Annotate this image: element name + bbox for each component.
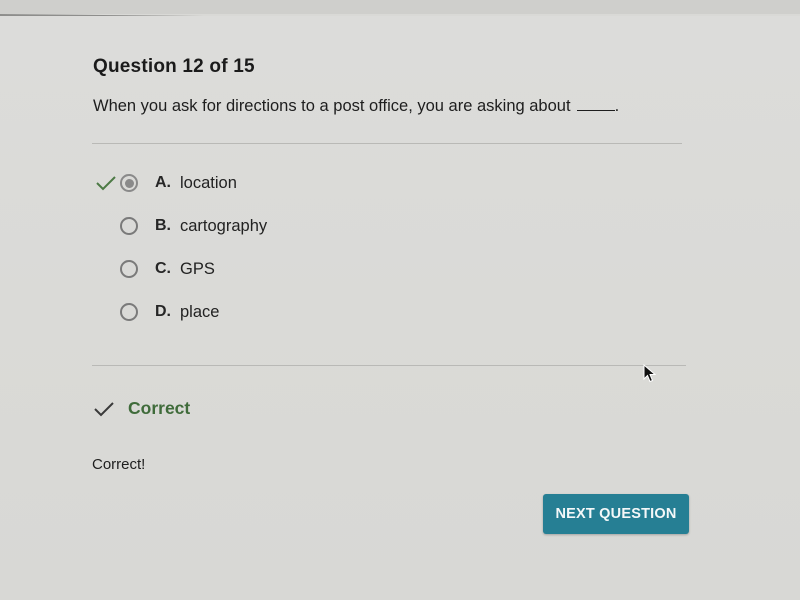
question-counter: Question 12 of 15: [93, 56, 255, 77]
option-text: location: [180, 173, 237, 192]
divider: [92, 143, 682, 144]
mouse-pointer-icon: [643, 364, 657, 383]
option-letter: D.: [155, 303, 171, 320]
radio-selected-icon[interactable]: [120, 174, 138, 192]
option-text: place: [180, 302, 220, 321]
option-letter: A.: [155, 174, 171, 191]
feedback-title: Correct: [128, 398, 191, 418]
correct-answer-check-icon: [96, 176, 116, 191]
radio-icon[interactable]: [120, 303, 138, 321]
divider: [92, 365, 686, 366]
question-text: When you ask for directions to a post of…: [93, 97, 571, 115]
option-c[interactable]: C. GPS: [120, 257, 215, 281]
next-question-button[interactable]: NEXT QUESTION: [543, 494, 689, 534]
check-icon: [94, 401, 114, 416]
answer-blank: [576, 98, 615, 111]
radio-icon[interactable]: [120, 217, 138, 235]
option-letter: C.: [155, 260, 171, 277]
feedback-message: Correct!: [92, 456, 146, 473]
option-text: GPS: [180, 259, 215, 278]
top-bar: [0, 0, 800, 14]
option-letter: B.: [155, 217, 171, 234]
option-text: cartography: [180, 216, 268, 235]
feedback-header: Correct: [93, 398, 190, 419]
option-d[interactable]: D. place: [120, 300, 219, 324]
question-prompt: When you ask for directions to a post of…: [93, 97, 620, 115]
option-a[interactable]: A. location: [120, 171, 237, 195]
option-b[interactable]: B. cartography: [120, 214, 267, 238]
radio-icon[interactable]: [120, 260, 138, 278]
